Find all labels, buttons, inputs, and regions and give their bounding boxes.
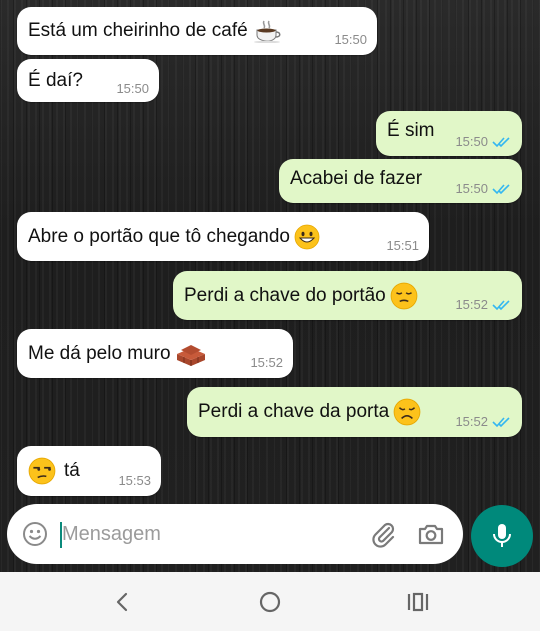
attach-clip-icon[interactable] [369,520,397,548]
pensive-face-icon [390,282,418,309]
mic-icon [493,524,511,547]
message-bubble[interactable]: É sim 15:50 [376,111,522,156]
message-bubble[interactable]: É daí? 15:50 [17,59,159,102]
message-input[interactable] [62,523,352,546]
mic-button[interactable] [471,505,533,567]
read-receipt-icon [492,416,510,427]
message-text: Abre o portão que tô chegando [28,225,290,247]
message-time: 15:51 [386,238,419,253]
bricks-icon [176,344,205,366]
android-navigation-bar [0,572,540,631]
read-receipt-icon [492,136,510,147]
chat-area[interactable]: Está um cheirinho de café 15:50 É daí? 1… [0,0,540,572]
home-icon[interactable] [257,589,283,615]
camera-icon[interactable] [417,520,445,548]
message-bubble[interactable]: Acabei de fazer 15:50 [279,159,522,203]
message-text: Perdi a chave do portão [184,284,386,306]
back-icon[interactable] [110,589,136,615]
coffee-icon [253,20,281,43]
message-time: 15:50 [455,181,488,196]
message-text: É daí? [28,69,83,91]
recent-apps-icon[interactable] [405,589,431,615]
message-time: 15:52 [455,297,488,312]
message-time: 15:50 [334,32,367,47]
message-time: 15:50 [455,134,488,149]
grinning-face-icon [294,224,320,249]
message-composer [7,504,463,564]
message-bubble[interactable]: Perdi a chave do portão 15:52 [173,271,522,320]
message-text: Me dá pelo muro [28,342,171,364]
message-bubble[interactable]: Abre o portão que tô chegando 15:51 [17,212,429,261]
message-time: 15:53 [118,473,151,488]
message-bubble[interactable]: Me dá pelo muro 15:52 [17,329,293,378]
message-text: Perdi a chave da porta [198,401,390,423]
message-text: Acabei de fazer [290,168,423,189]
message-time: 15:50 [116,81,149,96]
message-bubble[interactable]: Está um cheirinho de café 15:50 [17,7,377,55]
unamused-face-icon [28,457,56,485]
message-time: 15:52 [250,355,283,370]
message-time: 15:52 [455,414,488,429]
message-bubble[interactable]: Perdi a chave da porta 15:52 [187,387,522,437]
message-bubble[interactable]: tá 15:53 [17,446,161,496]
message-text: tá [64,460,80,482]
read-receipt-icon [492,183,510,194]
read-receipt-icon [492,299,510,310]
disappointed-face-icon [393,398,421,426]
emoji-icon[interactable] [22,521,48,547]
message-text: É sim [387,120,435,141]
message-text: Está um cheirinho de café [28,20,248,42]
